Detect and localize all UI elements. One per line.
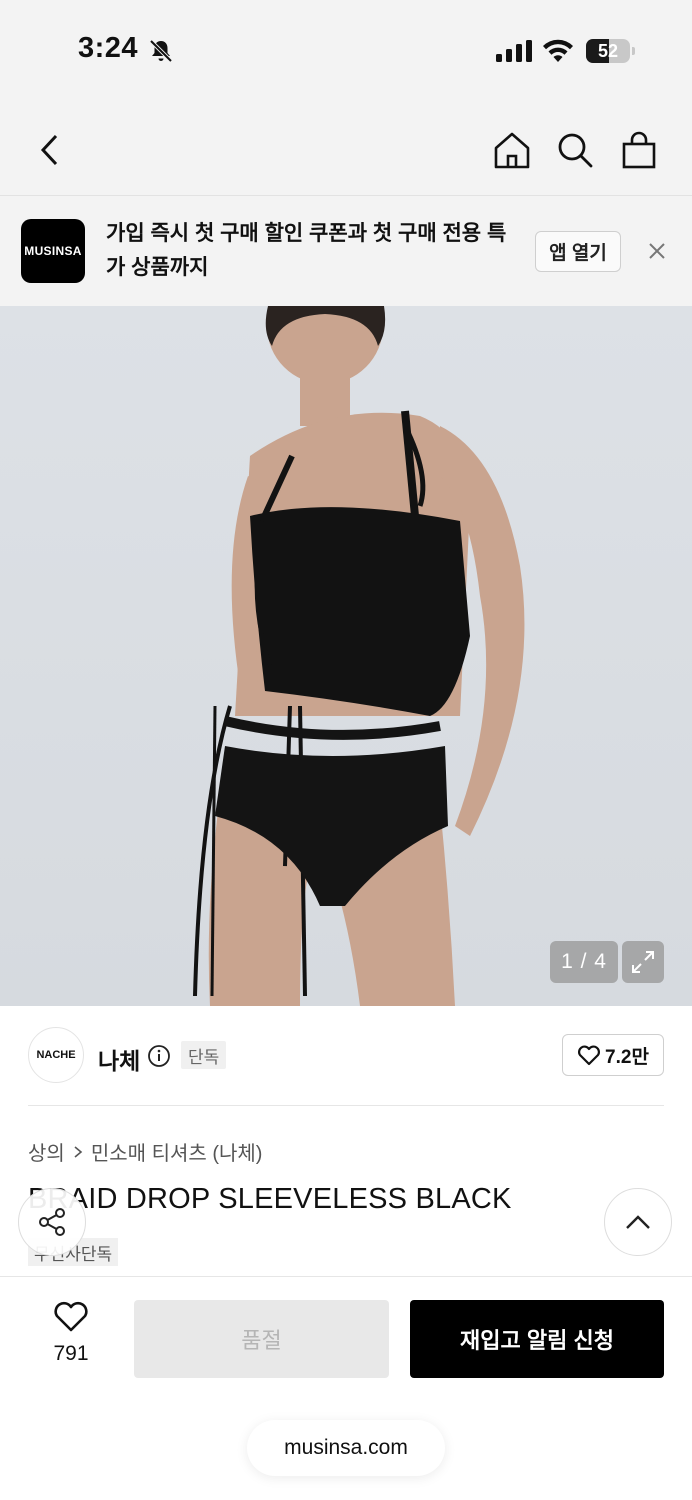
share-button[interactable] [18,1188,86,1256]
chevron-right-icon [74,1145,83,1158]
expand-image-button[interactable] [622,941,664,983]
battery-level: 52 [597,41,619,61]
home-icon [494,132,530,169]
soldout-button: 품절 [134,1300,389,1378]
brand-logo[interactable]: NACHE [28,1027,84,1083]
top-navigation [0,100,692,196]
battery-indicator: 52 [586,39,635,63]
breadcrumb-subcategory[interactable]: 민소매 티셔츠 (나체) [91,1137,263,1166]
status-bar: 3:24 52 [0,0,692,100]
cellular-signal-icon [496,40,532,62]
restock-alert-button[interactable]: 재입고 알림 신청 [410,1300,664,1378]
breadcrumb: 상의 민소매 티셔츠 (나체) [28,1137,262,1166]
product-photo [193,306,525,1006]
heart-icon [54,1301,88,1332]
product-image-gallery[interactable]: 1 / 4 [0,306,692,1006]
back-button[interactable] [30,130,70,170]
cart-button[interactable] [619,130,659,170]
heart-icon [578,1045,601,1066]
status-time: 3:24 [78,32,139,64]
search-icon [558,133,593,168]
open-app-button[interactable]: 앱 열기 [535,231,621,272]
wishlist-count: 791 [53,1342,89,1365]
exclusive-badge: 단독 [181,1041,227,1069]
share-icon [39,1208,65,1236]
brand-name[interactable]: 나체 [98,1042,140,1076]
breadcrumb-category[interactable]: 상의 [28,1137,65,1166]
expand-icon [632,951,654,973]
close-icon[interactable] [644,238,670,264]
search-button[interactable] [555,130,595,170]
image-counter: 1 / 4 [550,941,618,983]
chevron-left-icon [40,134,58,166]
wishlist-button[interactable]: 791 [36,1301,106,1366]
bell-off-icon [149,39,173,63]
home-button[interactable] [492,130,532,170]
app-promo-banner: MUSINSA 가입 즉시 첫 구매 할인 쿠폰과 첫 구매 전용 특가 상품까… [0,196,692,306]
divider [28,1105,664,1106]
chevron-up-icon [626,1215,650,1229]
scroll-to-top-button[interactable] [604,1188,672,1256]
product-title: BRAID DROP SLEEVELESS BLACK [28,1183,512,1215]
wifi-icon [543,39,573,62]
brand-like-button[interactable]: 7.2만 [562,1034,664,1076]
brand-like-count: 7.2만 [605,1046,649,1068]
shopping-bag-icon [622,131,656,169]
musinsa-logo: MUSINSA [21,219,85,283]
info-icon[interactable] [147,1044,171,1068]
purchase-bar: 791 품절 재입고 알림 신청 musinsa.com [0,1276,692,1500]
browser-url-bar[interactable]: musinsa.com [247,1420,445,1476]
promo-message: 가입 즉시 첫 구매 할인 쿠폰과 첫 구매 전용 특가 상품까지 [106,222,507,279]
